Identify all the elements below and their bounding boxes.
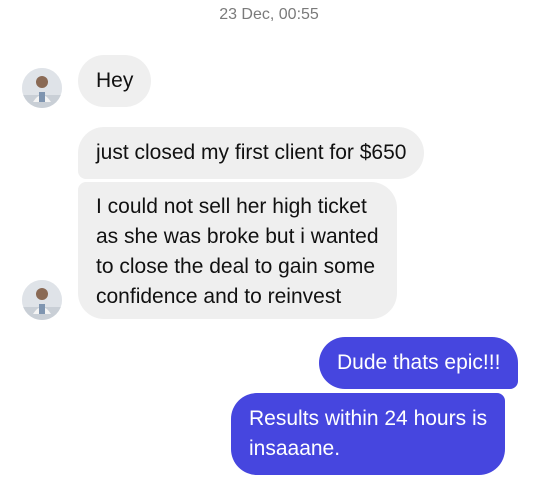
message-line: I could not sell her high ticket: [96, 195, 367, 218]
message-line: confidence and to reinvest: [96, 285, 342, 308]
message-timestamp: 23 Dec, 00:55: [219, 6, 319, 23]
outgoing-message-bubble[interactable]: Results within 24 hours is insaaane.: [231, 393, 506, 475]
message-line: just closed my first client for $650: [96, 141, 407, 164]
message-line: Hey: [96, 69, 134, 92]
person-icon: [22, 280, 62, 320]
incoming-message-bubble[interactable]: Hey: [78, 55, 152, 107]
message-line: Dude thats epic!!!: [337, 351, 501, 374]
message-line: insaaane.: [249, 437, 341, 460]
message-line: Results within 24 hours is: [249, 407, 488, 430]
contact-avatar[interactable]: [22, 68, 62, 108]
incoming-message-bubble[interactable]: just closed my first client for $650: [78, 127, 425, 179]
person-icon: [22, 68, 62, 108]
message-line: as she was broke but i wanted: [96, 225, 379, 248]
incoming-message-bubble[interactable]: I could not sell her high ticket as she …: [78, 182, 397, 319]
message-line: to close the deal to gain some: [96, 255, 376, 278]
outgoing-message-bubble[interactable]: Dude thats epic!!!: [319, 337, 519, 389]
contact-avatar[interactable]: [22, 280, 62, 320]
